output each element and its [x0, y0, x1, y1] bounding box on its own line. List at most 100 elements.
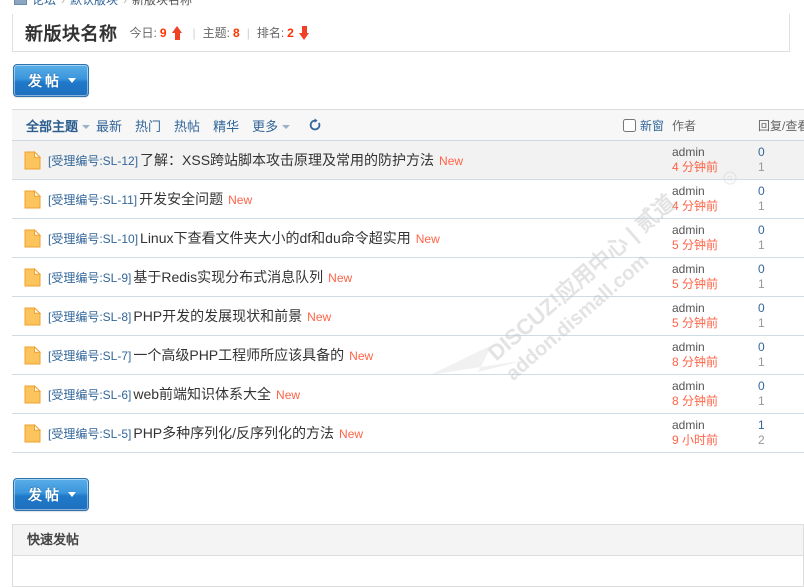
- thread-count-cell: 01: [758, 379, 804, 409]
- post-time: 4 分钟前: [672, 160, 719, 174]
- author-link[interactable]: admin: [672, 184, 758, 199]
- table-row[interactable]: [受理编号:SL-6] web前端知识体系大全 New admin 8 分钟前 0 1: [12, 375, 804, 414]
- filter-all-threads-label: 全部主题: [26, 118, 79, 134]
- refresh-icon[interactable]: [308, 118, 322, 132]
- thread-folder-icon: [12, 345, 48, 365]
- breadcrumb-item-forum[interactable]: 论坛: [32, 0, 56, 7]
- breadcrumb: 论坛 › 默认版块 › 新版块名称: [14, 0, 192, 9]
- column-header-author: 作者: [672, 119, 697, 133]
- thread-title-link[interactable]: 基于Redis实现分布式消息队列: [131, 269, 323, 285]
- new-badge: New: [276, 388, 301, 402]
- forum-header: 新版块名称 今日: 9 | 主题: 8 | 排名: 2: [12, 14, 790, 52]
- thread-prefix-link[interactable]: [受理编号:SL-7]: [48, 349, 131, 363]
- thread-prefix-link[interactable]: [受理编号:SL-5]: [48, 427, 131, 441]
- breadcrumb-item-default-board[interactable]: 默认版块: [70, 0, 118, 7]
- thread-prefix-link[interactable]: [受理编号:SL-11]: [48, 193, 137, 207]
- thread-folder-icon: [12, 384, 48, 404]
- thread-prefix-link[interactable]: [受理编号:SL-6]: [48, 388, 131, 402]
- thread-title-cell: [受理编号:SL-5] PHP多种序列化/反序列化的方法 New: [48, 423, 672, 443]
- thread-title-link[interactable]: web前端知识体系大全: [131, 386, 271, 402]
- today-value: 9: [159, 25, 167, 40]
- thread-title-link[interactable]: PHP多种序列化/反序列化的方法: [131, 425, 334, 441]
- view-count: 1: [758, 160, 765, 174]
- new-badge: New: [415, 232, 440, 246]
- thread-count-cell: 01: [758, 184, 804, 214]
- new-post-button-bottom[interactable]: 发帖: [13, 478, 89, 511]
- thread-author-cell: admin 8 分钟前: [672, 340, 758, 370]
- thread-prefix-link[interactable]: [受理编号:SL-9]: [48, 271, 131, 285]
- thread-folder-icon: [12, 267, 48, 287]
- thread-count-cell: 01: [758, 223, 804, 253]
- table-row[interactable]: [受理编号:SL-11] 开发安全问题 New admin 4 分钟前 0 1: [12, 180, 804, 219]
- post-time: 4 分钟前: [672, 199, 719, 213]
- thread-folder-icon: [12, 306, 48, 326]
- author-link[interactable]: admin: [672, 340, 758, 355]
- thread-title-link[interactable]: 了解：XSS跨站脚本攻击原理及常用的防护方法: [138, 152, 434, 168]
- new-window-toggle[interactable]: 新窗: [584, 117, 672, 134]
- thread-author-cell: admin 9 小时前: [672, 418, 758, 448]
- chevron-down-icon-more: [282, 124, 291, 129]
- thread-author-cell: admin 4 分钟前: [672, 184, 758, 214]
- quick-post-title: 快速发帖: [13, 525, 803, 556]
- new-badge: New: [307, 310, 332, 324]
- table-row[interactable]: [受理编号:SL-12] 了解：XSS跨站脚本攻击原理及常用的防护方法 New adm…: [12, 141, 804, 180]
- quick-post-panel: 快速发帖: [12, 524, 804, 587]
- filter-tab-more[interactable]: 更多: [252, 116, 291, 135]
- thread-prefix-link[interactable]: [受理编号:SL-12]: [48, 154, 138, 168]
- post-time: 9 小时前: [672, 433, 719, 447]
- thread-author-cell: admin 5 分钟前: [672, 223, 758, 253]
- reply-count: 0: [758, 340, 765, 354]
- thread-title-link[interactable]: 开发安全问题: [137, 191, 223, 207]
- thread-prefix-link[interactable]: [受理编号:SL-8]: [48, 310, 131, 324]
- reply-count: 1: [758, 418, 765, 432]
- post-time: 5 分钟前: [672, 238, 719, 252]
- thread-title-cell: [受理编号:SL-7] 一个高级PHP工程师所应该具备的 New: [48, 345, 672, 365]
- today-label: 今日:: [129, 26, 157, 40]
- table-row[interactable]: [受理编号:SL-8] PHP开发的发展现状和前景 New admin 5 分钟前 0 1: [12, 297, 804, 336]
- author-link[interactable]: admin: [672, 145, 758, 160]
- new-post-button-top[interactable]: 发帖: [13, 64, 89, 97]
- author-link[interactable]: admin: [672, 301, 758, 316]
- stats-divider-1: |: [192, 25, 196, 40]
- caret-down-icon[interactable]: [68, 78, 76, 83]
- post-time: 8 分钟前: [672, 394, 719, 408]
- table-row[interactable]: [受理编号:SL-7] 一个高级PHP工程师所应该具备的 New admin 8 分钟前…: [12, 336, 804, 375]
- stats-divider-2: |: [246, 25, 250, 40]
- rank-label: 排名:: [256, 26, 285, 40]
- new-window-label[interactable]: 新窗: [640, 117, 664, 134]
- thread-author-cell: admin 4 分钟前: [672, 145, 758, 175]
- thread-rows-container: [受理编号:SL-12] 了解：XSS跨站脚本攻击原理及常用的防护方法 New adm…: [12, 141, 804, 453]
- breadcrumb-separator: ›: [61, 0, 66, 7]
- thread-folder-icon: [12, 423, 48, 443]
- filter-all-threads[interactable]: 全部主题: [26, 116, 91, 135]
- arrow-up-icon: [171, 25, 183, 40]
- thread-list: 全部主题 最新 热门 热帖 精华 更多 新窗 作者 回复/查看 [受理编号:SL…: [12, 109, 804, 453]
- new-badge: New: [339, 427, 364, 441]
- new-window-checkbox[interactable]: [622, 119, 636, 132]
- filter-tab-hot-posts[interactable]: 热帖: [174, 116, 200, 135]
- table-row[interactable]: [受理编号:SL-5] PHP多种序列化/反序列化的方法 New admin 9 小时前…: [12, 414, 804, 453]
- table-row[interactable]: [受理编号:SL-10] Linux下查看文件夹大小的df和du命令超实用 New a…: [12, 219, 804, 258]
- author-link[interactable]: admin: [672, 418, 758, 433]
- thread-title-link[interactable]: 一个高级PHP工程师所应该具备的: [131, 347, 344, 363]
- filter-tab-newest[interactable]: 最新: [96, 116, 122, 135]
- reply-count: 0: [758, 145, 765, 159]
- home-icon[interactable]: [14, 0, 27, 5]
- filter-tab-digest[interactable]: 精华: [213, 116, 239, 135]
- author-link[interactable]: admin: [672, 223, 758, 238]
- author-link[interactable]: admin: [672, 262, 758, 277]
- thread-title-link[interactable]: Linux下查看文件夹大小的df和du命令超实用: [138, 230, 411, 246]
- table-row[interactable]: [受理编号:SL-9] 基于Redis实现分布式消息队列 New admin 5 分钟前…: [12, 258, 804, 297]
- thread-list-column-headers: 新窗 作者 回复/查看: [584, 110, 804, 141]
- new-badge: New: [328, 271, 353, 285]
- new-badge: New: [439, 154, 464, 168]
- filter-tab-hot[interactable]: 热门: [135, 116, 161, 135]
- caret-down-icon-bottom[interactable]: [68, 492, 76, 497]
- thread-count-cell: 01: [758, 340, 804, 370]
- new-badge: New: [228, 193, 253, 207]
- thread-prefix-link[interactable]: [受理编号:SL-10]: [48, 232, 138, 246]
- quick-post-body[interactable]: [13, 556, 803, 586]
- author-link[interactable]: admin: [672, 379, 758, 394]
- breadcrumb-separator-2: ›: [123, 0, 128, 7]
- thread-title-link[interactable]: PHP开发的发展现状和前景: [131, 308, 302, 324]
